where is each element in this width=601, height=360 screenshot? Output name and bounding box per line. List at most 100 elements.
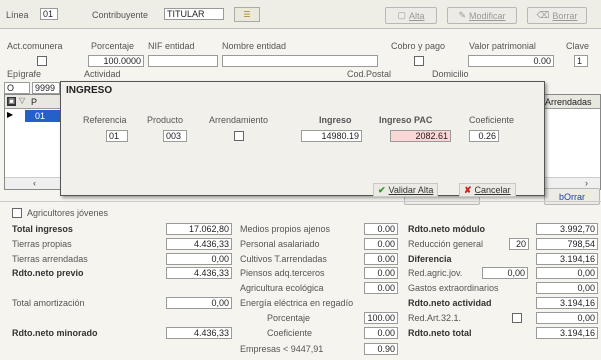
contribuyente-input[interactable]: TITULAR bbox=[164, 8, 224, 20]
cultivos-label: Cultivos T.arrendadas bbox=[240, 254, 327, 264]
diferencia-value: 3.194,16 bbox=[536, 253, 598, 265]
actividad-input[interactable]: 9999 bbox=[32, 82, 60, 94]
nif-entidad-input[interactable] bbox=[148, 55, 218, 67]
actividad-label: Actividad bbox=[84, 69, 121, 79]
scroll-left-icon[interactable]: ‹ bbox=[33, 178, 36, 188]
energia-porcentaje-input[interactable]: 100.00 bbox=[364, 312, 398, 324]
red-art-value: 0,00 bbox=[536, 312, 598, 324]
scroll-right-icon[interactable]: › bbox=[585, 178, 588, 188]
ingreso-label: Ingreso bbox=[319, 115, 352, 125]
linea-input[interactable]: 01 bbox=[40, 8, 58, 20]
epigrafe-label: Epígrafe bbox=[7, 69, 42, 79]
ingreso-dialog: INGRESO Referencia Producto Arrendamient… bbox=[60, 81, 545, 197]
alta-button[interactable]: ▢ Alta bbox=[385, 7, 437, 24]
reduccion-pct-input[interactable]: 20 bbox=[509, 238, 529, 250]
gastos-extra-label: Gastos extraordinarios bbox=[408, 283, 499, 293]
tierras-propias-value: 4.436,33 bbox=[166, 238, 232, 250]
cultivos-input[interactable]: 0.00 bbox=[364, 253, 398, 265]
producto-label: Producto bbox=[147, 115, 184, 125]
contribuyente-label: Contribuyente bbox=[92, 10, 149, 20]
reduccion-value: 798,54 bbox=[536, 238, 598, 250]
cobro-pago-label: Cobro y pago bbox=[391, 41, 446, 51]
section-divider bbox=[0, 201, 601, 202]
total-ingresos-value: 17.062,80 bbox=[166, 223, 232, 235]
grid-borrar-button[interactable]: bOrrar bbox=[544, 188, 600, 205]
dialog-title: INGRESO bbox=[66, 85, 113, 96]
new-file-icon: ▢ bbox=[397, 10, 406, 20]
cobro-pago-checkbox[interactable] bbox=[414, 56, 424, 66]
codpostal-label: Cod.Postal bbox=[347, 69, 392, 79]
energia-porcentaje-label: Porcentaje bbox=[267, 313, 311, 323]
borrar-button[interactable]: ⌫ Borrar bbox=[527, 7, 587, 24]
medios-input[interactable]: 0.00 bbox=[364, 223, 398, 235]
piensos-input[interactable]: 0.00 bbox=[364, 267, 398, 279]
reduccion-label: Reducción general bbox=[408, 239, 484, 249]
rdto-total-label: Rdto.neto total bbox=[408, 328, 472, 338]
validar-alta-button[interactable]: ✔ Validar Alta bbox=[373, 183, 439, 197]
ingreso-pac-label: Ingreso PAC bbox=[379, 115, 433, 125]
agricultura-ecologica-label: Agricultura ecológica bbox=[240, 283, 324, 293]
rdto-total-value: 3.194,16 bbox=[536, 327, 598, 339]
personal-input[interactable]: 0.00 bbox=[364, 238, 398, 250]
checkmark-icon: ✔ bbox=[378, 184, 386, 195]
arrendamiento-checkbox[interactable] bbox=[234, 131, 244, 141]
act-comunera-checkbox[interactable] bbox=[37, 56, 47, 66]
linea-label: Línea bbox=[6, 10, 29, 20]
coeficiente-label: Coeficiente bbox=[469, 115, 515, 125]
rdto-modulo-label: Rdto.neto módulo bbox=[408, 224, 485, 234]
rdto-actividad-value: 3.194,16 bbox=[536, 297, 598, 309]
rdto-previo-label: Rdto.neto previo bbox=[12, 268, 84, 278]
rdto-minorado-label: Rdto.neto minorado bbox=[12, 328, 98, 338]
contribuyente-picker-icon[interactable]: ☰ bbox=[234, 7, 260, 22]
personal-label: Personal asalariado bbox=[240, 239, 320, 249]
grid-cell-referencia[interactable]: 01 bbox=[35, 111, 45, 121]
porcentaje-label: Porcentaje bbox=[91, 41, 135, 51]
energia-label: Energía eléctrica en regadío bbox=[240, 298, 354, 308]
rdto-modulo-value: 3.992,70 bbox=[536, 223, 598, 235]
epigrafe-input[interactable]: O bbox=[4, 82, 30, 94]
tierras-propias-label: Tierras propias bbox=[12, 239, 72, 249]
col-p-header[interactable]: P bbox=[31, 97, 37, 107]
eraser-icon: ⌫ bbox=[536, 10, 550, 20]
filter-icon[interactable]: ▽ bbox=[19, 96, 25, 105]
rdto-previo-value: 4.436,33 bbox=[166, 267, 232, 279]
porcentaje-input[interactable]: 100.0000 bbox=[88, 55, 144, 67]
valor-patrimonial-input[interactable]: 0.00 bbox=[468, 55, 554, 67]
energia-coeficiente-input[interactable]: 0.00 bbox=[364, 327, 398, 339]
cancel-x-icon: ✘ bbox=[464, 184, 472, 195]
red-agric-jov-input[interactable]: 0,00 bbox=[482, 267, 528, 279]
empresas-input[interactable]: 0.90 bbox=[364, 343, 398, 355]
red-agric-jov-value: 0,00 bbox=[536, 267, 598, 279]
piensos-label: Piensos adq.terceros bbox=[240, 268, 325, 278]
nombre-entidad-label: Nombre entidad bbox=[222, 41, 287, 51]
energia-coeficiente-label: Coeficiente bbox=[267, 328, 313, 338]
tierras-arrendadas-label: Tierras arrendadas bbox=[12, 254, 88, 264]
ingreso-input[interactable]: 14980.19 bbox=[301, 130, 362, 142]
agricultura-ecologica-input[interactable]: 0.00 bbox=[364, 282, 398, 294]
agricultores-checkbox[interactable] bbox=[12, 208, 22, 218]
ingreso-pac-input[interactable]: 2082.61 bbox=[390, 130, 451, 142]
total-amortizacion-label: Total amortización bbox=[12, 298, 85, 308]
tierras-arrendadas-value: 0,00 bbox=[166, 253, 232, 265]
current-row-icon: ▶ bbox=[7, 110, 14, 119]
medios-label: Medios propios ajenos bbox=[240, 224, 331, 234]
act-comunera-label: Act.comunera bbox=[7, 41, 63, 51]
referencia-input[interactable]: 01 bbox=[106, 130, 128, 142]
rdto-minorado-value: 4.436,33 bbox=[166, 327, 232, 339]
valor-patrimonial-label: Valor patrimonial bbox=[469, 41, 536, 51]
red-art-checkbox[interactable] bbox=[512, 313, 522, 323]
coeficiente-input[interactable]: 0.26 bbox=[469, 130, 499, 142]
red-art-label: Red.Art.32.1. bbox=[408, 313, 462, 323]
modificar-button[interactable]: ✎ Modificar bbox=[447, 7, 517, 24]
nombre-entidad-input[interactable] bbox=[222, 55, 378, 67]
red-agric-jov-label: Red.agric.jov. bbox=[408, 268, 463, 278]
clave-input[interactable]: 1 bbox=[574, 55, 588, 67]
edit-icon: ✎ bbox=[458, 10, 467, 20]
select-all-icon[interactable]: ▣ bbox=[7, 97, 16, 106]
agricultores-label: Agricultores jóvenes bbox=[27, 208, 109, 218]
producto-input[interactable]: 003 bbox=[163, 130, 187, 142]
referencia-label: Referencia bbox=[83, 115, 127, 125]
col-arrendadas-header[interactable]: Arrendadas bbox=[545, 97, 592, 107]
cancelar-button[interactable]: ✘ Cancelar bbox=[459, 183, 516, 197]
clave-label: Clave bbox=[566, 41, 590, 51]
